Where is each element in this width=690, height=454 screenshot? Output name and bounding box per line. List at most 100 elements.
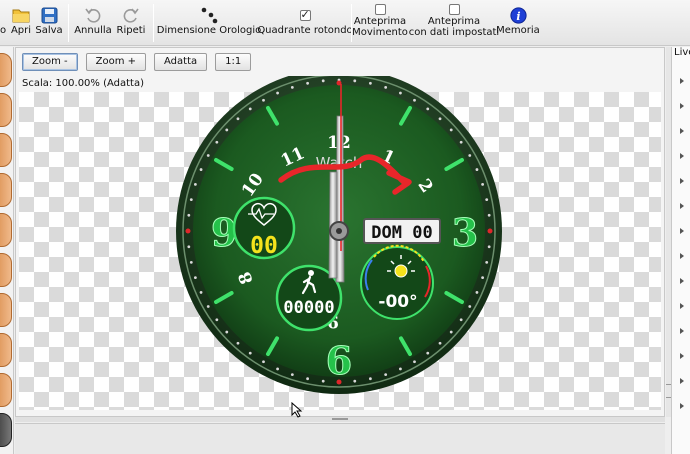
bezel-dot <box>193 182 197 186</box>
left-tool-button[interactable] <box>0 373 12 407</box>
expand-arrow-icon[interactable] <box>680 203 684 209</box>
bezel-dot <box>290 85 294 89</box>
left-tool-button[interactable] <box>0 213 12 247</box>
expand-arrow-icon[interactable] <box>680 328 684 334</box>
zoom-out-button[interactable]: Zoom - <box>22 53 78 71</box>
weather-value: -00° <box>378 292 417 312</box>
left-tool-button[interactable] <box>0 293 12 327</box>
toolbar-new-label: o <box>0 25 7 36</box>
bezel-dot <box>449 330 453 334</box>
bezel-dot <box>438 341 442 345</box>
bezel-dot <box>485 260 489 264</box>
toolbar-preview-data-toggle[interactable]: Anteprima con dati impostati <box>409 0 499 46</box>
zoom-actual-button[interactable]: 1:1 <box>215 53 252 71</box>
preview-motion-checkbox[interactable] <box>374 3 386 15</box>
bezel-dot <box>199 168 203 171</box>
toolbar-preview-motion-toggle[interactable]: Anteprima Movimento <box>352 0 408 46</box>
toolbar-watch-size-label: Dimensione Orologio <box>156 25 262 36</box>
splitter-grip[interactable] <box>332 418 348 420</box>
bezel-dot <box>189 198 193 202</box>
left-tool-button[interactable] <box>0 93 12 127</box>
left-tool-button[interactable] <box>0 133 12 167</box>
expand-arrow-icon[interactable] <box>680 403 684 409</box>
toolbar-round-dial-toggle[interactable]: Quadrante rotondo <box>257 0 352 46</box>
expand-arrow-icon[interactable] <box>680 153 684 159</box>
left-tool-strip <box>0 47 14 454</box>
live-panel-title: Live <box>674 47 690 58</box>
marker-dot <box>185 228 191 234</box>
bezel-dot <box>485 198 489 202</box>
bezel-dot <box>248 351 252 355</box>
bezel-dot <box>368 81 372 85</box>
bezel-dot <box>399 367 402 371</box>
expand-arrow-icon[interactable] <box>680 228 684 234</box>
expand-arrow-icon[interactable] <box>680 178 684 184</box>
bezel-dot <box>487 245 491 249</box>
bezel-dot <box>368 377 372 381</box>
expand-arrow-icon[interactable] <box>680 78 684 84</box>
toolbar-undo-label: Annulla <box>74 25 112 36</box>
zoom-fit-button[interactable]: Adatta <box>154 53 208 71</box>
bezel-dot <box>225 330 229 334</box>
bezel-dot <box>475 168 479 171</box>
toolbar-undo-button[interactable]: Annulla <box>73 0 113 46</box>
bezel-dot <box>384 373 388 377</box>
bezel-dot <box>459 140 463 144</box>
bezel-dot <box>262 98 265 102</box>
toolbar-memory-button[interactable]: i Memoria <box>496 0 540 46</box>
bezel-dot <box>399 91 402 95</box>
folder-icon <box>12 5 30 25</box>
numeral-3: 3 <box>452 210 478 255</box>
zoom-in-button[interactable]: Zoom + <box>85 53 147 71</box>
bezel-dot <box>321 79 325 83</box>
scale-readout: Scala: 100.00% (Adatta) <box>22 78 145 89</box>
marker-dot <box>487 228 493 234</box>
bezel-dot <box>262 360 265 364</box>
round-dial-checkbox[interactable] <box>299 8 311 21</box>
bezel-dot <box>236 117 240 121</box>
bezel-dot <box>468 154 472 157</box>
toolbar-watch-size-button[interactable]: Dimensione Orologio <box>156 0 262 46</box>
bezel-dot <box>290 373 294 377</box>
bezel-dot <box>187 213 191 217</box>
steps-value: 00000 <box>283 298 334 318</box>
expand-arrow-icon[interactable] <box>680 253 684 259</box>
bezel-dot <box>248 107 252 111</box>
floppy-save-icon <box>41 5 58 25</box>
toolbar-redo-label: Ripeti <box>116 25 146 36</box>
expand-arrow-icon[interactable] <box>680 378 684 384</box>
toolbar-separator <box>153 4 154 42</box>
bezel-dot <box>276 91 279 95</box>
bezel-dot <box>481 182 485 186</box>
expand-arrow-icon[interactable] <box>680 278 684 284</box>
zoom-bar: Zoom - Zoom + Adatta 1:1 <box>22 53 252 71</box>
left-tool-button[interactable] <box>0 253 12 287</box>
bezel-dot <box>199 291 203 294</box>
toolbar-round-dial-label: Quadrante rotondo <box>257 25 353 36</box>
toolbar-new-button[interactable]: o <box>0 0 8 46</box>
bezel-dot <box>306 81 310 85</box>
toolbar-save-button[interactable]: Salva <box>35 0 63 46</box>
expand-arrow-icon[interactable] <box>680 303 684 309</box>
expand-arrow-icon[interactable] <box>680 353 684 359</box>
bezel-dot <box>449 128 453 132</box>
expand-arrow-icon[interactable] <box>680 103 684 109</box>
left-tool-button[interactable] <box>0 333 12 367</box>
left-tool-button[interactable] <box>0 173 12 207</box>
toolbar-open-button[interactable]: Apri <box>9 0 33 46</box>
watch-face-preview[interactable]: 9 3 6 10 11 12 1 2 8 9 Watch 00 00000 DO… <box>171 76 509 396</box>
bezel-dot <box>353 79 357 83</box>
left-tool-button[interactable] <box>0 413 12 447</box>
redo-icon <box>122 5 140 25</box>
bezel-dot <box>413 360 416 364</box>
undo-icon <box>84 5 102 25</box>
numeral-6: 6 <box>326 338 352 383</box>
left-tool-button[interactable] <box>0 53 12 87</box>
bezel-dot <box>321 379 325 383</box>
preview-data-checkbox[interactable] <box>448 3 460 15</box>
bezel-dot <box>475 291 479 294</box>
expand-arrow-icon[interactable] <box>680 128 684 134</box>
bezel-dot <box>426 107 430 111</box>
toolbar-redo-button[interactable]: Ripeti <box>114 0 148 46</box>
bezel-dot <box>459 318 463 322</box>
